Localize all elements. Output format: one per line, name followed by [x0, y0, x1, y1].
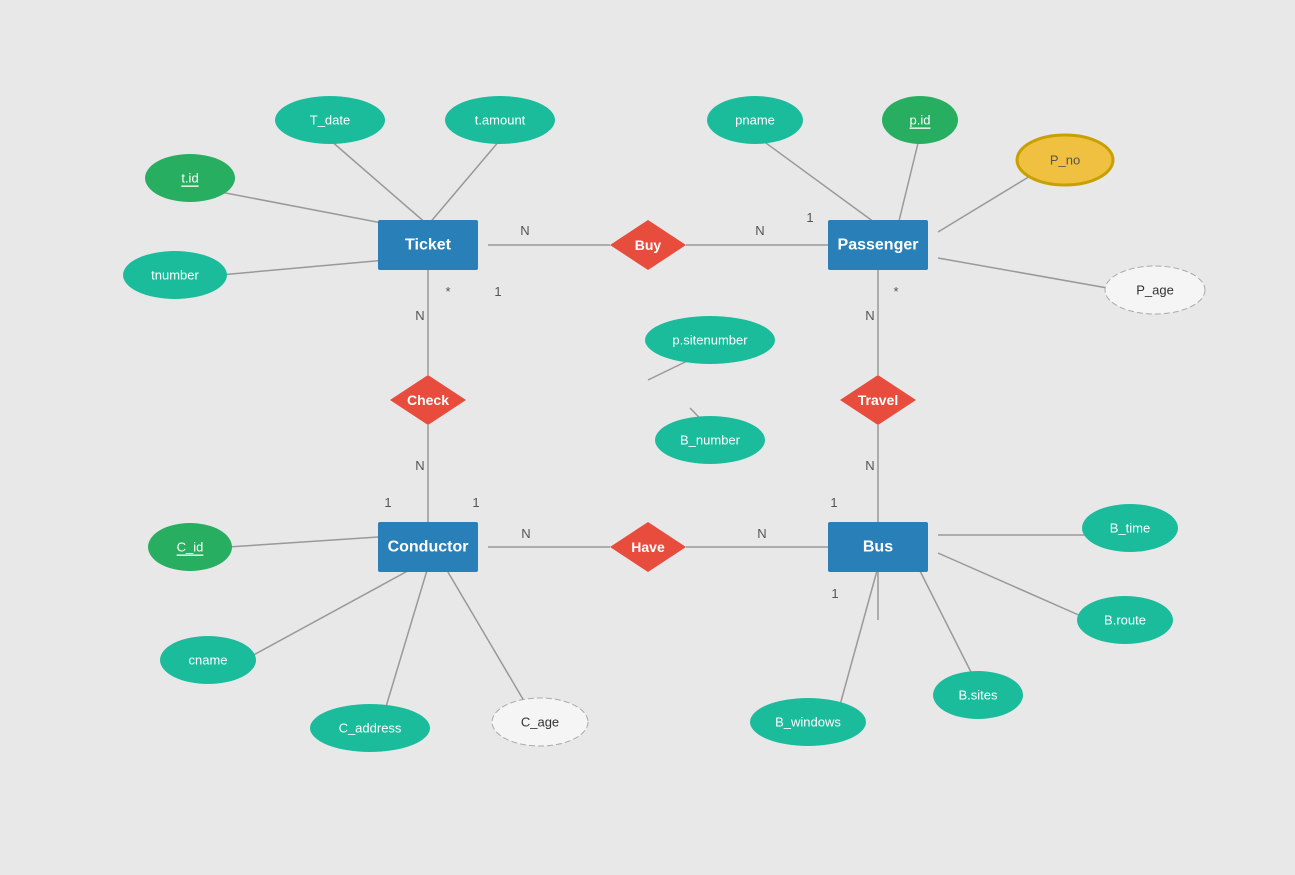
card-check-conductor-n: N	[415, 458, 424, 473]
relation-have-label: Have	[631, 539, 665, 555]
card-conductor-have-1: 1	[472, 495, 479, 510]
entity-ticket-label: Ticket	[405, 237, 452, 254]
attr-b-time-label: B_time	[1110, 521, 1150, 536]
card-bus-bottom-1: 1	[831, 586, 838, 601]
attr-t-amount-label: t.amount	[475, 113, 526, 128]
attr-p-age-label: P_age	[1136, 283, 1174, 298]
attr-c-id-label: C_id	[177, 540, 204, 555]
attr-b-route-label: B.route	[1104, 613, 1146, 628]
entity-conductor-label: Conductor	[388, 539, 469, 556]
attr-p-id-label: p.id	[910, 113, 931, 128]
card-ticket-check-n: N	[415, 308, 424, 323]
card-travel-bus-n: N	[865, 458, 874, 473]
attr-tnumber-label: tnumber	[151, 268, 199, 283]
entity-passenger-label: Passenger	[838, 237, 919, 254]
er-diagram: Ticket Passenger Conductor Bus Buy Check…	[0, 0, 1295, 875]
relation-check-label: Check	[407, 392, 449, 408]
card-have-bus-n: N	[757, 526, 766, 541]
card-passenger-travel-n: N	[865, 308, 874, 323]
attr-b-windows-label: B_windows	[775, 715, 841, 730]
card-ticket-star: *	[445, 284, 450, 299]
attr-b-sites-label: B.sites	[958, 688, 998, 703]
attr-c-age-label: C_age	[521, 715, 559, 730]
card-ticket-buy-n: N	[520, 223, 529, 238]
card-bus-travel-1: 1	[830, 495, 837, 510]
attr-pname-label: pname	[735, 113, 775, 128]
attr-cname-label: cname	[188, 653, 227, 668]
entity-bus-label: Bus	[863, 539, 893, 556]
card-check-1: 1	[494, 284, 501, 299]
card-passenger-star: *	[893, 284, 898, 299]
attr-p-no-label: P_no	[1050, 153, 1080, 168]
card-passenger-1: 1	[806, 210, 813, 225]
attr-c-address-label: C_address	[339, 721, 402, 736]
attr-t-id-label: t.id	[181, 171, 198, 186]
relation-travel-label: Travel	[858, 392, 898, 408]
attr-p-sitenumber-label: p.sitenumber	[672, 333, 748, 348]
card-conductor-check-1: 1	[384, 495, 391, 510]
attr-t-date-label: T_date	[310, 113, 350, 128]
card-buy-passenger-n: N	[755, 223, 764, 238]
card-conductor-have-n: N	[521, 526, 530, 541]
attr-b-number-label: B_number	[680, 433, 741, 448]
relation-buy-label: Buy	[635, 237, 662, 253]
